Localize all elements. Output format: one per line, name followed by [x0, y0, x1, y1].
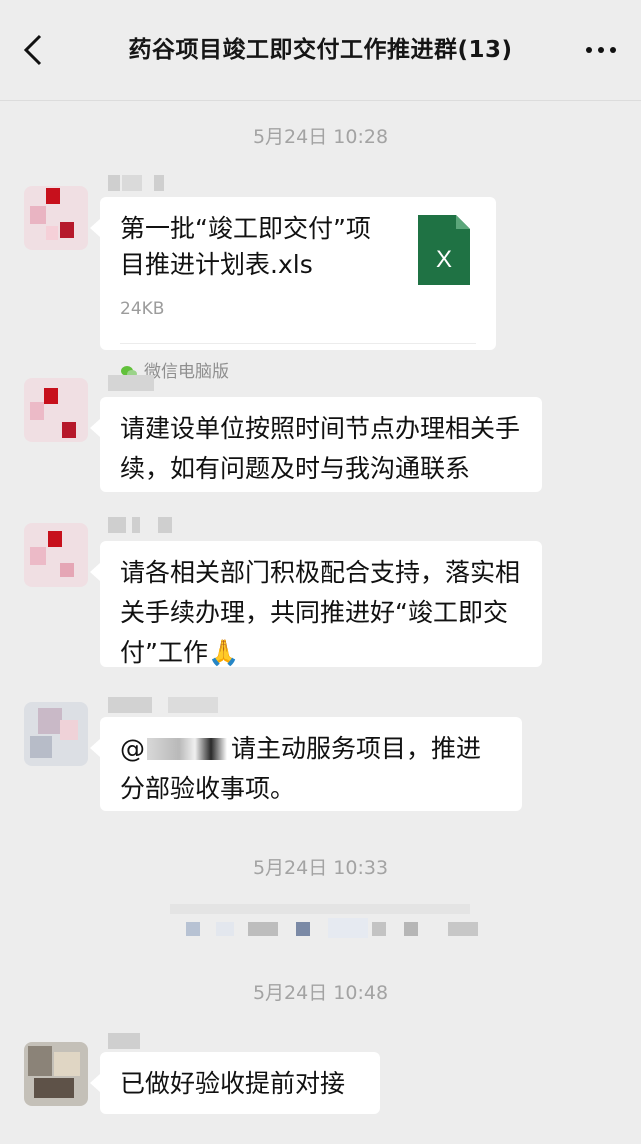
sender-name-blurred — [108, 697, 228, 713]
file-source: 微信电脑版 — [120, 352, 476, 392]
sender-name-blurred — [108, 1033, 142, 1049]
message-bubble[interactable]: @ 请主动服务项目，推进分部验收事项。 — [90, 717, 522, 811]
sender-name-blurred — [108, 175, 178, 191]
system-notice-blurred — [150, 900, 490, 950]
avatar[interactable] — [24, 1042, 88, 1106]
message-bubble[interactable]: 请各相关部门积极配合支持，落实相关手续办理，共同推进好“竣工即交付”工作🙏 — [90, 541, 542, 667]
timestamp: 5月24日 10:48 — [252, 982, 389, 1004]
message-text: 请建设单位按照时间节点办理相关手续，如有问题及时与我沟通联系 — [120, 414, 521, 483]
message-text: 已做好验收提前对接 — [120, 1069, 346, 1098]
divider — [120, 343, 476, 344]
chat-header: 药谷项目竣工即交付工作推进群(13) — [0, 0, 641, 101]
excel-file-icon: X — [418, 215, 470, 285]
chat-title: 药谷项目竣工即交付工作推进群(13) — [128, 37, 513, 63]
mention-symbol: @ — [120, 734, 145, 763]
avatar[interactable] — [24, 186, 88, 250]
more-options-icon[interactable] — [583, 40, 619, 60]
file-name: 第一批“竣工即交付”项目推进计划表.xls — [120, 214, 371, 279]
avatar[interactable] — [24, 702, 88, 766]
mention-name-blurred — [147, 738, 227, 760]
message-bubble[interactable]: 已做好验收提前对接 — [90, 1052, 380, 1114]
avatar[interactable] — [24, 378, 88, 442]
sender-name-blurred — [108, 375, 158, 391]
sender-name-blurred — [108, 517, 172, 533]
timestamp: 5月24日 10:33 — [252, 857, 389, 879]
file-size: 24KB — [120, 299, 165, 319]
file-message-bubble[interactable]: 第一批“竣工即交付”项目推进计划表.xls 24KB 微信电脑版 X — [90, 197, 496, 382]
message-bubble[interactable]: 请建设单位按照时间节点办理相关手续，如有问题及时与我沟通联系 — [90, 397, 542, 492]
avatar[interactable] — [24, 523, 88, 587]
message-text: 请各相关部门积极配合支持，落实相关手续办理，共同推进好“竣工即交付”工作🙏 — [120, 558, 521, 667]
timestamp: 5月24日 10:28 — [252, 126, 389, 148]
excel-icon-letter: X — [436, 246, 452, 273]
